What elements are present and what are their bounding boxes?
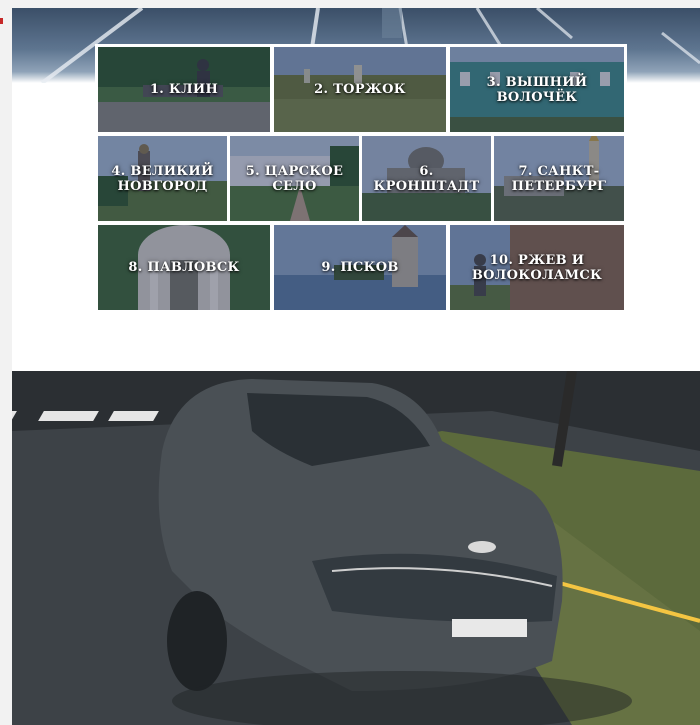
tile-label: 6. КРОНШТАДТ [373,163,480,194]
destination-tile-torzhok[interactable]: 2. ТОРЖОК [274,47,446,132]
destination-tile-saint-petersburg[interactable]: 7. САНКТ-ПЕТЕРБУРГ [494,136,624,221]
brochure-page: 1. КЛИН 2. ТОРЖОК 3. ВЫШНИЙ ВОЛОЧЁК 4. В… [12,8,700,725]
destinations-grid: 1. КЛИН 2. ТОРЖОК 3. ВЫШНИЙ ВОЛОЧЁК 4. В… [95,44,627,313]
destination-tile-tsarskoe-selo[interactable]: 5. ЦАРСКОЕ СЕЛО [230,136,359,221]
tile-label: 1. КЛИН [149,82,219,97]
tile-label: 3. ВЫШНИЙ ВОЛОЧЁК [486,74,588,105]
tile-label: 5. ЦАРСКОЕ СЕЛО [245,163,344,194]
tile-label: 7. САНКТ-ПЕТЕРБУРГ [511,163,607,194]
tile-label: 2. ТОРЖОК [314,82,406,97]
destination-tile-pskov[interactable]: 9. ПСКОВ [274,225,446,310]
destination-tile-veliky-novgorod[interactable]: 4. ВЕЛИКИЙ НОВГОРОД [98,136,227,221]
car-hero-photo [12,371,700,725]
tile-label: 4. ВЕЛИКИЙ НОВГОРОД [111,163,214,194]
destination-tile-kronshtadt[interactable]: 6. КРОНШТАДТ [362,136,491,221]
tile-label: 9. ПСКОВ [321,260,399,275]
page-marker [0,18,3,24]
destination-tile-klin[interactable]: 1. КЛИН [98,47,270,132]
destination-tile-vyshny-volochek[interactable]: 3. ВЫШНИЙ ВОЛОЧЁК [450,47,624,132]
tile-label: 8. ПАВЛОВСК [128,260,240,275]
tile-label: 10. РЖЕВ И ВОЛОКОЛАМСК [471,252,603,283]
destination-tile-pavlovsk[interactable]: 8. ПАВЛОВСК [98,225,270,310]
destination-tile-rzhev-volokolamsk[interactable]: 10. РЖЕВ И ВОЛОКОЛАМСК [450,225,624,310]
page-frame: 1. КЛИН 2. ТОРЖОК 3. ВЫШНИЙ ВОЛОЧЁК 4. В… [0,0,700,725]
